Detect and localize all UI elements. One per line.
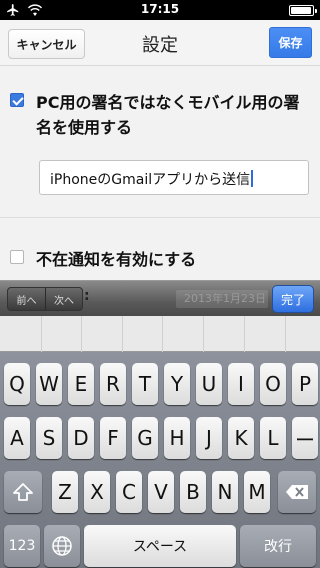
key-j[interactable]: J	[196, 417, 222, 459]
backspace-icon	[286, 485, 308, 499]
key-u[interactable]: U	[196, 363, 222, 405]
navigation-bar: キャンセル 設定 保存	[0, 20, 320, 66]
key-l[interactable]: L	[260, 417, 286, 459]
key-k[interactable]: K	[228, 417, 254, 459]
globe-icon	[52, 536, 72, 556]
key-f[interactable]: F	[100, 417, 126, 459]
key-e[interactable]: E	[68, 363, 94, 405]
key-t[interactable]: T	[132, 363, 158, 405]
signature-input[interactable]: iPhoneのGmailアプリから送信	[39, 160, 309, 195]
prev-button[interactable]: 前へ	[8, 288, 45, 310]
battery-icon	[289, 5, 317, 16]
backspace-key[interactable]	[278, 471, 316, 513]
key-r[interactable]: R	[100, 363, 126, 405]
keyboard-accessory-bar: 前へ 次へ : 2013年1月23日 完了	[0, 280, 320, 316]
mobile-signature-checkbox[interactable]	[10, 93, 24, 107]
key-v[interactable]: V	[148, 471, 174, 513]
picker-cell-divider	[162, 316, 163, 352]
space-key[interactable]: スペース	[84, 525, 236, 567]
partial-label: :	[84, 288, 90, 304]
key-s[interactable]: S	[36, 417, 62, 459]
next-button[interactable]: 次へ	[45, 288, 82, 310]
vacation-responder-checkbox[interactable]	[10, 250, 24, 264]
date-picker-strip	[0, 316, 320, 352]
picker-cell-divider	[203, 316, 204, 352]
shift-key[interactable]	[4, 471, 42, 513]
key-i[interactable]: I	[228, 363, 254, 405]
key-a[interactable]: A	[4, 417, 30, 459]
picker-cell-divider	[81, 316, 82, 352]
status-time: 17:15	[140, 2, 180, 16]
key-c[interactable]: C	[116, 471, 142, 513]
key-long-vowel[interactable]: ー	[292, 417, 318, 459]
date-field[interactable]: 2013年1月23日	[176, 290, 268, 308]
settings-content: PC用の署名ではなくモバイル用の署名を使用する iPhoneのGmailアプリか…	[0, 66, 320, 280]
return-key[interactable]: 改行	[240, 525, 316, 567]
signature-text: iPhoneのGmailアプリから送信	[50, 172, 251, 188]
picker-cell-divider	[41, 316, 42, 352]
key-h[interactable]: H	[164, 417, 190, 459]
status-bar: 17:15	[0, 0, 320, 20]
key-x[interactable]: X	[84, 471, 110, 513]
key-m[interactable]: M	[244, 471, 270, 513]
key-o[interactable]: O	[260, 363, 286, 405]
key-z[interactable]: Z	[52, 471, 78, 513]
key-y[interactable]: Y	[164, 363, 190, 405]
key-n[interactable]: N	[212, 471, 238, 513]
done-button[interactable]: 完了	[272, 285, 314, 313]
key-b[interactable]: B	[180, 471, 206, 513]
globe-key[interactable]	[44, 525, 80, 567]
key-p[interactable]: P	[292, 363, 318, 405]
save-button[interactable]: 保存	[269, 27, 312, 58]
key-g[interactable]: G	[132, 417, 158, 459]
shift-icon	[13, 483, 33, 501]
key-w[interactable]: W	[36, 363, 62, 405]
picker-cell-divider	[244, 316, 245, 352]
vacation-responder-label: 不在通知を有効にする	[36, 250, 197, 269]
keyboard: Q W E R T Y U I O P A S D F G H J K L ー Z X C V B N M 123 スペース 改行	[0, 352, 320, 568]
key-q[interactable]: Q	[4, 363, 30, 405]
numbers-key[interactable]: 123	[4, 525, 40, 567]
picker-cell-divider	[122, 316, 123, 352]
prev-next-control: 前へ 次へ	[7, 287, 83, 311]
picker-cell-divider	[285, 316, 286, 352]
key-d[interactable]: D	[68, 417, 94, 459]
divider	[0, 217, 320, 218]
mobile-signature-label: PC用の署名ではなくモバイル用の署名を使用する	[36, 93, 300, 137]
text-caret	[251, 170, 254, 187]
